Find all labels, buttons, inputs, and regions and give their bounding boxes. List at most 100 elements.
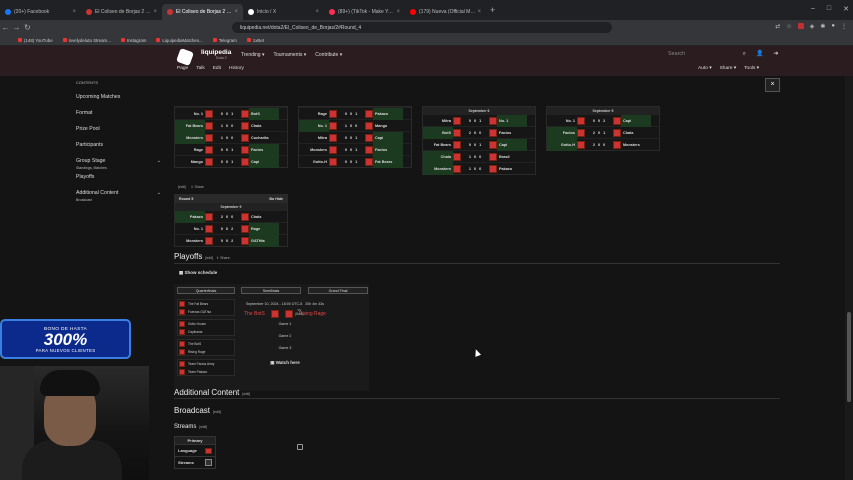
team-right[interactable]: Capi — [497, 138, 527, 151]
table-row[interactable]: Rage 0 0 1 Pakazo — [299, 107, 411, 120]
team-right[interactable]: No. 1 — [497, 114, 527, 127]
team-left[interactable]: Gotto-H — [547, 138, 577, 151]
twitch-icon[interactable] — [205, 459, 212, 466]
table-row[interactable]: Mitra 0 0 1 Capi — [299, 131, 411, 144]
search-icon[interactable]: ⌕ — [743, 51, 746, 58]
table-row[interactable]: Monsters 1 0 0 Cucharita — [175, 131, 287, 144]
url-input[interactable]: liquipedia.net/dota2/El_Coliseo_de_Borja… — [232, 22, 612, 33]
playoffs-share-link[interactable]: ⇪ Share — [216, 256, 230, 260]
close-tab-icon[interactable]: × — [396, 9, 400, 15]
team-left[interactable]: No. 1 — [175, 108, 205, 120]
table-row[interactable]: No. 1 1 0 0 Mango — [299, 119, 411, 132]
search-field[interactable]: Search ⌕ — [668, 49, 748, 59]
table-row[interactable]: Pakazo 2 0 0 Chala — [175, 210, 287, 223]
toc-item[interactable]: Playoffs — [76, 173, 161, 189]
login-icon[interactable]: ➔ — [773, 50, 778, 57]
team-left[interactable]: Mitra — [299, 132, 329, 144]
toc-item[interactable]: Upcoming Matches — [76, 93, 161, 109]
close-tab-icon[interactable]: × — [477, 9, 481, 15]
new-tab-button[interactable]: + — [486, 5, 499, 15]
close-button[interactable]: × — [765, 78, 780, 92]
toc-item[interactable]: Participants — [76, 141, 161, 157]
page-action-right[interactable]: Tools ▾ — [744, 66, 759, 71]
game-row[interactable]: Game 3 — [244, 346, 326, 358]
team-right[interactable]: Factos — [249, 143, 279, 156]
team-left[interactable]: No. 1 — [299, 119, 329, 132]
chevron-down-icon[interactable]: ⌄ — [157, 189, 161, 198]
team-left[interactable]: No. 1 — [175, 223, 205, 235]
team-left[interactable]: BotS — [423, 126, 453, 139]
minimize-icon[interactable]: – — [811, 5, 815, 13]
forward-icon[interactable]: → — [11, 23, 22, 32]
back-icon[interactable]: ← — [0, 23, 11, 32]
reload-icon[interactable]: ↻ — [22, 23, 33, 32]
team-right[interactable]: Factos — [373, 143, 403, 156]
table-row[interactable]: BotS 2 0 0 Factos — [423, 126, 535, 139]
table-row[interactable]: No. 1 0 0 2 Rage — [175, 222, 287, 235]
nav-item[interactable]: Contribute ▾ — [315, 52, 342, 58]
table-row[interactable]: No. 1 0 0 1 BotS — [175, 107, 287, 120]
table-row[interactable]: Mango 0 0 1 Capi — [175, 155, 287, 168]
broadcast-edit-link[interactable]: [edit] — [213, 410, 221, 414]
page-action-edit[interactable]: Edit — [213, 66, 221, 71]
game-row[interactable]: Game 2 — [244, 334, 326, 346]
close-tab-icon[interactable]: × — [153, 9, 157, 15]
team-right[interactable]: Capi — [621, 114, 651, 127]
extension-icon[interactable] — [797, 23, 804, 29]
team-right[interactable]: Monsters — [621, 139, 651, 151]
page-action-right[interactable]: Auto ▾ — [698, 66, 712, 71]
team-left[interactable]: Rage — [299, 108, 329, 120]
bookmark-item[interactable]: LiquipediaMatches... — [156, 38, 203, 43]
page-action-history[interactable]: History — [229, 66, 244, 71]
table-row[interactable]: Mitra 0 0 1 No. 1 — [423, 114, 535, 127]
team-right[interactable]: Factos — [497, 127, 527, 139]
bookmark-item[interactable]: Telegram — [212, 38, 237, 43]
table-row[interactable]: Rage 0 0 1 Factos — [175, 143, 287, 156]
table-row[interactable]: Factos 2 0 1 Chala — [547, 126, 659, 139]
add-user-icon[interactable]: 👤 — [756, 50, 763, 57]
chevron-down-icon[interactable]: ⌄ — [157, 157, 161, 166]
team-left[interactable]: Mango — [175, 156, 205, 168]
team-right[interactable]: Fat Bears — [373, 155, 403, 168]
profile-icon[interactable]: ● — [831, 23, 835, 30]
table-row[interactable]: Monsters 0 0 1 Factos — [299, 143, 411, 156]
bracket-team[interactable]: Team Pakazo — [178, 368, 234, 376]
team-left[interactable]: No. 1 — [547, 115, 577, 127]
table-row[interactable]: No. 1 0 0 2 Capi — [547, 114, 659, 127]
game-row[interactable]: Game 1 — [244, 322, 326, 334]
table-row[interactable]: Fat Bears 1 0 0 Chala — [175, 119, 287, 132]
bookmark-item[interactable]: lovelydeluta Stream... — [62, 38, 111, 43]
round-format[interactable]: Bo Hide — [269, 197, 283, 201]
table-row[interactable]: Gotto-H 0 0 1 Fat Bears — [299, 155, 411, 168]
close-tab-icon[interactable]: × — [72, 9, 76, 15]
team-right[interactable]: Chala — [621, 127, 651, 139]
team-left[interactable]: Fat Bears — [423, 139, 453, 151]
tab-3[interactable]: Inicio / X × — [243, 4, 324, 20]
semifinal-team1[interactable]: The BotS — [244, 311, 265, 317]
tab-0[interactable]: (20+) Facebook × — [0, 4, 81, 20]
table-row[interactable]: Gotto-H 2 0 0 Monsters — [547, 138, 659, 151]
page-action-talk[interactable]: Talk — [196, 66, 205, 71]
team-right[interactable]: Chala — [249, 120, 279, 132]
close-window-icon[interactable]: ✕ — [843, 5, 849, 13]
additional-edit-link[interactable]: [edit] — [242, 392, 250, 396]
toc-item[interactable]: Additional Content Broadcast ⌄ — [76, 189, 161, 205]
site-brand[interactable]: liquipedia — [201, 49, 231, 56]
team-right[interactable]: Rage — [249, 222, 279, 235]
team-right[interactable]: Brasil — [497, 151, 527, 163]
team-left[interactable]: Factos — [547, 126, 577, 139]
team-left[interactable]: Monsters — [299, 144, 329, 156]
bracket-team[interactable]: The BotS — [178, 340, 234, 348]
team-right[interactable]: Pakazo — [497, 163, 527, 175]
bracket-team[interactable]: Team Factos Army — [178, 360, 234, 368]
scrollbar-thumb[interactable] — [847, 312, 851, 402]
watch-here-link[interactable]: ▣ Watch here — [244, 360, 326, 366]
team-left[interactable]: Gotto-H — [299, 156, 329, 168]
bracket-team[interactable]: Fuerzas GAThia — [178, 308, 234, 316]
table-row[interactable]: Monsters 1 0 0 Pakazo — [423, 162, 535, 175]
streams-edit-link[interactable]: [edit] — [199, 425, 207, 429]
team-right[interactable]: BotS — [249, 107, 279, 120]
tab-4[interactable]: (89+) (TikTok - Make Your Day× — [324, 4, 405, 20]
team-right[interactable]: Mango — [373, 120, 403, 132]
share-link[interactable]: ⇪ Share — [191, 185, 204, 189]
